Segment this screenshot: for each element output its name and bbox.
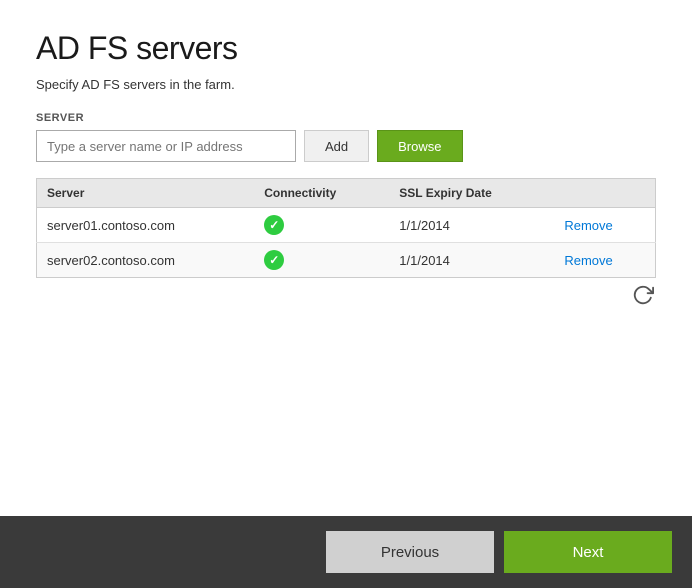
add-button[interactable]: Add — [304, 130, 369, 162]
server-label: SERVER — [36, 112, 656, 124]
browse-button[interactable]: Browse — [377, 130, 462, 162]
server-input-row: Add Browse — [36, 130, 656, 162]
ssl-expiry-cell: 1/1/2014 — [389, 243, 554, 278]
col-action — [554, 179, 655, 208]
refresh-icon[interactable] — [632, 284, 654, 306]
server-input[interactable] — [36, 130, 296, 162]
page-title: AD FS servers — [36, 30, 656, 67]
table-row: server02.contoso.com ✓ 1/1/2014 Remove — [37, 243, 656, 278]
next-button[interactable]: Next — [504, 531, 672, 573]
col-ssl-expiry: SSL Expiry Date — [389, 179, 554, 208]
col-connectivity: Connectivity — [254, 179, 389, 208]
action-cell: Remove — [554, 243, 655, 278]
table-header-row: Server Connectivity SSL Expiry Date — [37, 179, 656, 208]
server-name-cell: server02.contoso.com — [37, 243, 255, 278]
page-subtitle: Specify AD FS servers in the farm. — [36, 77, 656, 92]
connectivity-cell: ✓ — [254, 243, 389, 278]
remove-link[interactable]: Remove — [564, 218, 612, 233]
table-row: server01.contoso.com ✓ 1/1/2014 Remove — [37, 208, 656, 243]
remove-link[interactable]: Remove — [564, 253, 612, 268]
footer: Previous Next — [0, 516, 692, 588]
check-icon: ✓ — [264, 250, 284, 270]
refresh-area — [36, 284, 656, 306]
previous-button[interactable]: Previous — [326, 531, 494, 573]
check-icon: ✓ — [264, 215, 284, 235]
main-content: AD FS servers Specify AD FS servers in t… — [0, 0, 692, 516]
server-name-cell: server01.contoso.com — [37, 208, 255, 243]
server-table: Server Connectivity SSL Expiry Date serv… — [36, 178, 656, 278]
connectivity-cell: ✓ — [254, 208, 389, 243]
action-cell: Remove — [554, 208, 655, 243]
ssl-expiry-cell: 1/1/2014 — [389, 208, 554, 243]
col-server: Server — [37, 179, 255, 208]
